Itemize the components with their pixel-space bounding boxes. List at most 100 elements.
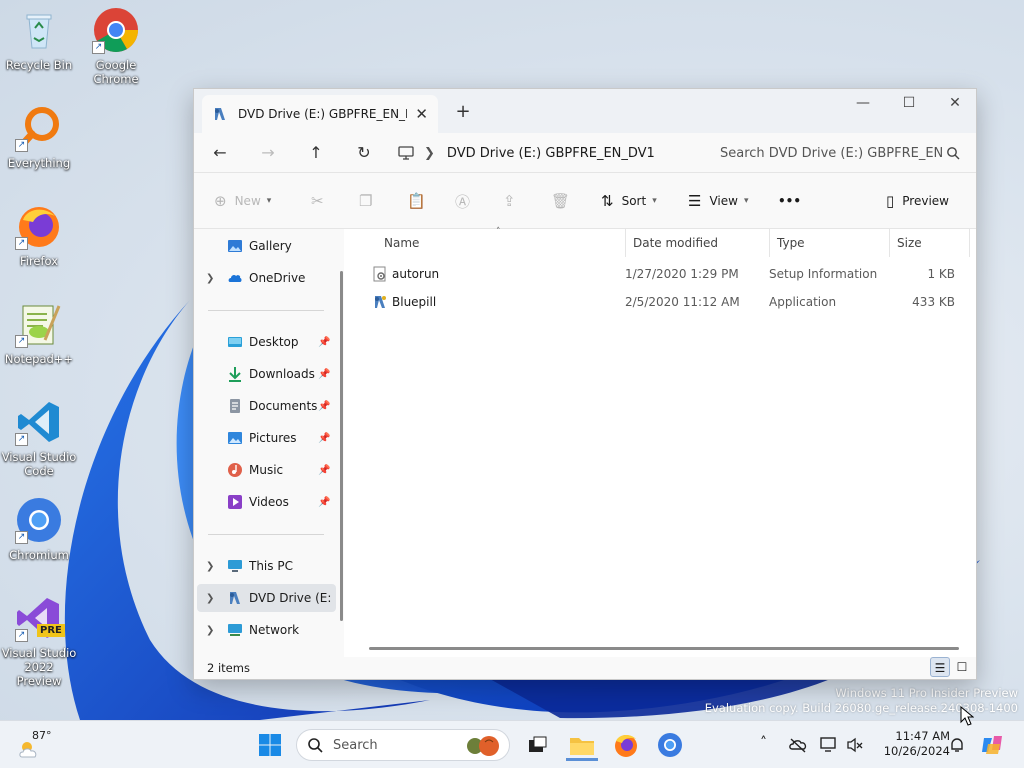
desktop-icon-label: Everything xyxy=(7,156,71,170)
desktop-icon-label: Recycle Bin xyxy=(5,58,73,72)
nav-pane-scrollbar[interactable] xyxy=(340,271,343,621)
pin-icon[interactable]: 📌 xyxy=(318,337,330,348)
taskbar-firefox[interactable] xyxy=(610,729,642,761)
breadcrumb-path[interactable]: DVD Drive (E:) GBPFRE_EN_DV1 xyxy=(447,146,655,161)
new-tab-button[interactable]: + xyxy=(450,99,476,125)
desktop-icon-everything[interactable]: ↗ Everything xyxy=(1,104,77,170)
desktop-icon-label: Chromium xyxy=(9,548,69,562)
nav-label: Gallery xyxy=(249,239,292,253)
desktop-icon-recycle-bin[interactable]: Recycle Bin xyxy=(1,6,77,72)
search-icon xyxy=(947,147,960,160)
item-count: 2 items xyxy=(207,661,250,675)
nav-item-downloads[interactable]: Downloads 📌 xyxy=(194,360,336,388)
desktop-icon-chromium[interactable]: ↗ Chromium xyxy=(1,496,77,562)
address-bar[interactable]: ❯ DVD Drive (E:) GBPFRE_EN_DV1 xyxy=(398,137,698,169)
column-divider[interactable] xyxy=(969,229,970,257)
horizontal-scrollbar[interactable] xyxy=(369,647,959,650)
tiles-view-icon[interactable]: ☐ xyxy=(952,657,972,677)
back-arrow-icon[interactable]: ← xyxy=(206,139,234,167)
taskbar-file-explorer[interactable] xyxy=(566,729,598,761)
nav-item-desktop[interactable]: Desktop 📌 xyxy=(194,328,336,356)
notepadpp-icon: ↗ xyxy=(15,300,63,348)
chevron-right-icon[interactable]: ❯ xyxy=(206,593,214,604)
sort-label: Sort xyxy=(621,194,647,208)
desktop-folder-icon xyxy=(228,337,242,347)
task-view-icon xyxy=(529,736,547,752)
sort-button[interactable]: ⇅ Sort ▾ xyxy=(601,189,657,213)
status-bar: 2 items ☰ ☐ xyxy=(194,657,976,679)
new-button[interactable]: ⊕ New ▾ xyxy=(214,189,271,213)
task-view-button[interactable] xyxy=(520,729,552,761)
share-button[interactable]: ⇪ xyxy=(503,189,524,213)
weather-widget[interactable]: 87° xyxy=(18,727,58,763)
file-list: Name ˄ Date modified Type Size autorun 1… xyxy=(349,227,976,657)
pin-icon[interactable]: 📌 xyxy=(318,465,330,476)
chevron-right-icon[interactable]: ❯ xyxy=(206,273,214,284)
taskbar-search-box[interactable]: Search xyxy=(296,729,510,761)
copilot-icon[interactable] xyxy=(980,732,1006,758)
volume-muted-icon[interactable] xyxy=(846,736,864,754)
taskbar-chromium[interactable] xyxy=(654,729,686,761)
nav-item-network[interactable]: ❯ Network xyxy=(194,616,336,644)
details-view-icon[interactable]: ☰ xyxy=(930,657,950,677)
table-row[interactable]: autorun 1/27/2020 1:29 PM Setup Informat… xyxy=(369,260,969,288)
system-clock[interactable]: 11:47 AM 10/26/2024 xyxy=(870,729,950,759)
desktop-icon-notepadpp[interactable]: ↗ Notepad++ xyxy=(1,300,77,366)
view-button[interactable]: ☰ View ▾ xyxy=(688,189,748,213)
file-type: Application xyxy=(769,295,837,309)
file-name: Bluepill xyxy=(392,295,437,309)
paste-button[interactable]: 📋 xyxy=(407,189,434,213)
onedrive-offline-icon[interactable] xyxy=(789,736,807,754)
start-button[interactable] xyxy=(254,729,286,761)
file-explorer-icon xyxy=(570,738,594,755)
forward-arrow-icon[interactable]: → xyxy=(254,139,282,167)
close-tab-icon[interactable]: ✕ xyxy=(415,105,428,123)
chevron-right-icon[interactable]: ❯ xyxy=(206,625,214,636)
nav-item-documents[interactable]: Documents 📌 xyxy=(194,392,336,420)
rename-button[interactable]: Ⓐ xyxy=(455,189,478,213)
show-hidden-icons-chevron-icon[interactable]: ˄ xyxy=(760,735,767,751)
nav-item-gallery[interactable]: Gallery xyxy=(194,232,336,260)
column-header-size[interactable]: Size xyxy=(889,229,969,257)
minimize-button[interactable]: — xyxy=(840,89,886,119)
nav-item-dvd-drive[interactable]: ❯ DVD Drive (E:) GBPFRE_EN_DV1 xyxy=(197,584,336,612)
refresh-icon[interactable]: ↻ xyxy=(350,139,378,167)
pin-icon[interactable]: 📌 xyxy=(318,433,330,444)
copy-button[interactable]: ❐ xyxy=(359,189,380,213)
maximize-button[interactable]: ☐ xyxy=(886,89,932,119)
nav-item-videos[interactable]: Videos 📌 xyxy=(194,488,336,516)
file-name: autorun xyxy=(392,267,440,281)
paste-icon: 📋 xyxy=(407,192,426,210)
column-header-date-modified[interactable]: Date modified xyxy=(625,229,769,257)
nav-item-onedrive[interactable]: ❯ OneDrive xyxy=(194,264,336,292)
nav-item-this-pc[interactable]: ❯ This PC xyxy=(194,552,336,580)
network-display-icon[interactable] xyxy=(820,736,838,754)
preview-pane-button[interactable]: ▯ Preview xyxy=(886,189,949,213)
column-header-name[interactable]: Name xyxy=(376,229,628,257)
title-bar[interactable]: DVD Drive (E:) GBPFRE_EN_DV ✕ + — ☐ ✕ xyxy=(194,89,976,133)
desktop-icon-vscode[interactable]: ↗ Visual Studio Code xyxy=(1,398,77,478)
cut-button[interactable]: ✂ xyxy=(311,189,332,213)
pin-icon[interactable]: 📌 xyxy=(318,401,330,412)
watermark-edition: Windows 11 Pro Insider Preview xyxy=(835,686,1018,700)
column-header-type[interactable]: Type xyxy=(769,229,889,257)
desktop-icon-visual-studio-2022-preview[interactable]: PRE ↗ Visual Studio 2022 Preview xyxy=(1,594,77,688)
chevron-right-icon[interactable]: ❯ xyxy=(206,561,214,572)
pin-icon[interactable]: 📌 xyxy=(318,369,330,380)
delete-button[interactable]: 🗑 xyxy=(551,189,578,213)
nav-item-pictures[interactable]: Pictures 📌 xyxy=(194,424,336,452)
table-row[interactable]: Bluepill 2/5/2020 11:12 AM Application 4… xyxy=(369,288,969,316)
weather-cloud-icon xyxy=(19,742,37,758)
search-box[interactable]: Search DVD Drive (E:) GBPFRE_EN xyxy=(710,137,970,169)
breadcrumb-chevron-icon[interactable]: ❯ xyxy=(424,146,435,161)
nav-item-music[interactable]: Music 📌 xyxy=(194,456,336,484)
desktop-icon-google-chrome[interactable]: ↗ Google Chrome xyxy=(78,6,154,86)
computer-icon xyxy=(398,146,414,160)
more-options-button[interactable]: ••• xyxy=(778,189,801,213)
tab-dvd-drive[interactable]: DVD Drive (E:) GBPFRE_EN_DV ✕ xyxy=(202,95,438,133)
pin-icon[interactable]: 📌 xyxy=(318,497,330,508)
close-window-button[interactable]: ✕ xyxy=(932,89,978,119)
desktop-icon-firefox[interactable]: ↗ Firefox xyxy=(1,202,77,268)
up-arrow-icon[interactable]: ↑ xyxy=(302,139,330,167)
notification-bell-icon[interactable] xyxy=(948,736,966,754)
